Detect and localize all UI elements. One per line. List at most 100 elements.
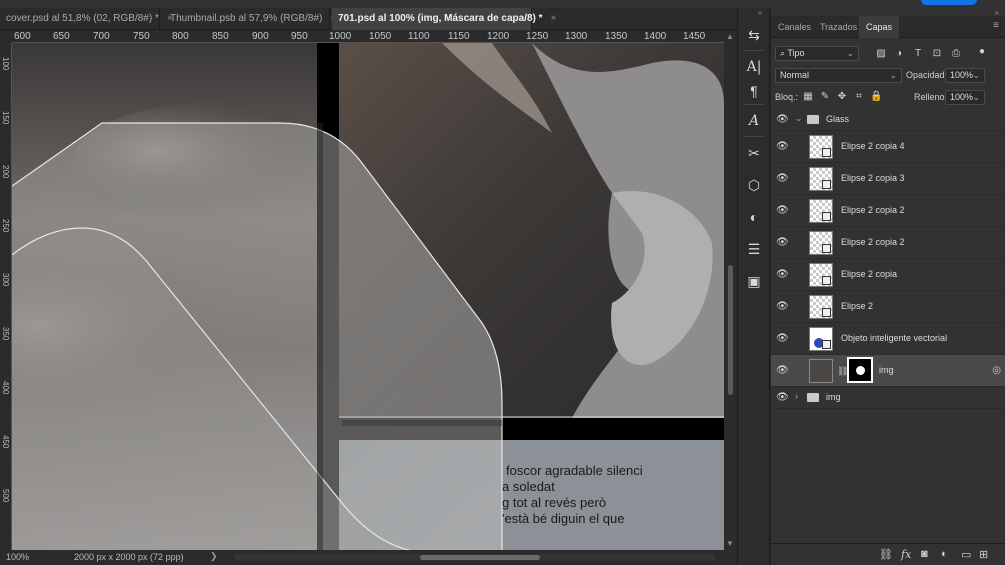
libraries-icon[interactable]: ▣ [745,272,763,290]
eye-icon[interactable]: 👁 [776,141,789,153]
smart-object-badge-icon [822,340,831,349]
zoom-level[interactable]: 100% [6,552,29,562]
link-layers-icon[interactable]: ⛓ [879,548,893,561]
smart-object-badge-icon [822,244,831,253]
fill-field[interactable]: 100% ⌄ [945,90,985,105]
tab-label: 701.psd al 100% (img, Máscara de capa/8)… [338,13,543,24]
adjustment-filter-icon[interactable]: ◑ [893,48,905,60]
scrollbar-thumb[interactable] [728,265,733,395]
lock-paint-icon[interactable]: ✎ [819,91,831,103]
tab-canales[interactable]: Canales [771,16,818,38]
blend-mode-select[interactable]: Normal ⌄ [775,68,902,83]
ruler-tick: 650 [53,31,70,42]
eye-icon[interactable]: 👁 [776,392,789,404]
horizontal-scrollbar[interactable] [235,554,715,561]
eye-icon[interactable]: 👁 [776,173,789,185]
tab-capas[interactable]: Capas [859,16,900,38]
tab-701[interactable]: 701.psd al 100% (img, Máscara de capa/8)… [332,8,556,30]
ruler-corner[interactable] [0,30,12,43]
ruler-tick: 1450 [683,31,706,42]
panel-icon-bar: « ⇆ A| ¶ A ✂ ⬡ ◐ ☰ ▣ [737,8,770,565]
lock-all-icon[interactable]: 🔒 [870,91,882,103]
type-filter-icon[interactable]: T [912,48,924,60]
layer-row[interactable]: 👁 Objeto inteligente vectorial [771,323,1005,355]
layer-thumbnail [809,327,833,351]
mask-thumbnail[interactable] [847,357,873,383]
tab-thumbnail[interactable]: Thumbnail.psb al 57,9% (RGB/8#)× [164,8,336,30]
paragraph-icon[interactable]: ¶ [745,82,763,100]
layer-row-selected[interactable]: 👁 ⛓ img ◎ [771,355,1005,387]
3d-icon[interactable]: ⬡ [745,176,763,194]
eye-icon[interactable]: 👁 [776,333,789,345]
separator [744,50,764,51]
scroll-down-icon[interactable]: ▼ [726,539,734,548]
ruler-vertical[interactable]: 100 150 200 250 300 350 400 450 500 [0,43,12,550]
layer-name: Glass [826,114,850,124]
menu-strip [0,0,1005,8]
collapse-icon[interactable]: « [758,8,762,17]
scroll-up-icon[interactable]: ▲ [726,32,734,41]
share-button[interactable] [921,0,977,5]
menu-icon[interactable]: ≡ [993,20,999,31]
chevron-right-icon[interactable]: ❯ [210,551,218,562]
scrollbar-thumb[interactable] [420,555,540,560]
layer-group-glass[interactable]: 👁 ⌄ Glass [771,109,1005,131]
fx-icon[interactable]: fx [901,548,911,561]
layer-row[interactable]: 👁 Elipse 2 copia 4 [771,131,1005,163]
layer-row[interactable]: 👁 Elipse 2 copia 2 [771,195,1005,227]
opacity-field[interactable]: 100% ⌄ [945,68,985,83]
tab-cover[interactable]: cover.psd al 51,8% (02, RGB/8#) * × [0,8,173,30]
chevron-right-icon[interactable]: › [795,391,798,401]
photoshop-window: cover.psd al 51,8% (02, RGB/8#) * × Thumb… [0,0,1005,565]
layer-group-img[interactable]: 👁 › img [771,387,1005,409]
adjustment-layer-icon[interactable]: ◐ [941,548,948,560]
shape-filter-icon[interactable]: ⊡ [931,48,943,60]
add-mask-icon[interactable]: ◙ [921,548,928,560]
status-bar: 100% 2000 px x 2000 px (72 ppp) ❯ [0,550,737,565]
new-group-icon[interactable]: ▭ [961,548,971,561]
canvas-text-block: foscor agradable silenci a soledat g tot… [502,463,643,527]
glyphs-icon[interactable]: A [745,112,763,130]
vertical-scrollbar[interactable]: ▲ ▼ [724,30,737,550]
ruler-horizontal[interactable]: 600 650 700 750 800 850 900 950 1000 105… [12,30,724,43]
adjustments-icon[interactable]: ◐ [745,208,763,226]
image-filter-icon[interactable]: ▨ [875,48,887,60]
chevron-down-icon: ⌄ [889,70,897,80]
layer-comps-icon[interactable]: ⇆ [745,26,763,44]
layer-thumbnail [809,135,833,159]
tools-icon[interactable]: ✂ [745,144,763,162]
layer-name: Elipse 2 copia 2 [841,205,905,215]
filter-type-select[interactable]: ⌕ Tipo ⌄ [775,46,859,61]
document-canvas[interactable]: foscor agradable silenci a soledat g tot… [12,43,724,550]
layer-row[interactable]: 👁 Elipse 2 copia [771,259,1005,291]
ruler-tick: 450 [1,435,10,449]
filter-toggle-icon[interactable]: ● [976,46,988,58]
layer-row[interactable]: 👁 Elipse 2 copia 2 [771,227,1005,259]
smart-object-filter-icon[interactable]: ⎙ [950,48,962,60]
canvas-text-line: 'està bé diguin el que [502,511,625,526]
eye-icon[interactable]: 👁 [776,365,789,377]
lock-position-icon[interactable]: ✥ [836,91,848,103]
chevron-down-icon[interactable]: ⌄ [795,113,803,124]
eye-icon[interactable]: 👁 [776,269,789,281]
smart-filter-icon[interactable]: ◎ [992,365,1001,376]
layer-name: img [826,392,841,402]
new-layer-icon[interactable]: ⊞ [979,548,988,561]
layer-row[interactable]: 👁 Elipse 2 copia 3 [771,163,1005,195]
eye-icon[interactable]: 👁 [776,114,789,126]
ruler-tick: 1100 [408,31,430,42]
lock-artboard-icon[interactable]: ⌗ [853,91,865,103]
character-icon[interactable]: A| [745,58,763,76]
eye-icon[interactable]: 👁 [776,205,789,217]
tab-trazados[interactable]: Trazados [813,16,864,38]
separator [744,104,764,105]
smart-object-badge-icon [822,180,831,189]
document-info[interactable]: 2000 px x 2000 px (72 ppp) [74,552,184,562]
lock-transparent-icon[interactable]: ▦ [802,91,814,103]
close-icon[interactable]: × [551,13,557,24]
eye-icon[interactable]: 👁 [776,237,789,249]
properties-icon[interactable]: ☰ [745,240,763,258]
layer-row[interactable]: 👁 Elipse 2 [771,291,1005,323]
eye-icon[interactable]: 👁 [776,301,789,313]
ruler-tick: 400 [1,381,10,395]
